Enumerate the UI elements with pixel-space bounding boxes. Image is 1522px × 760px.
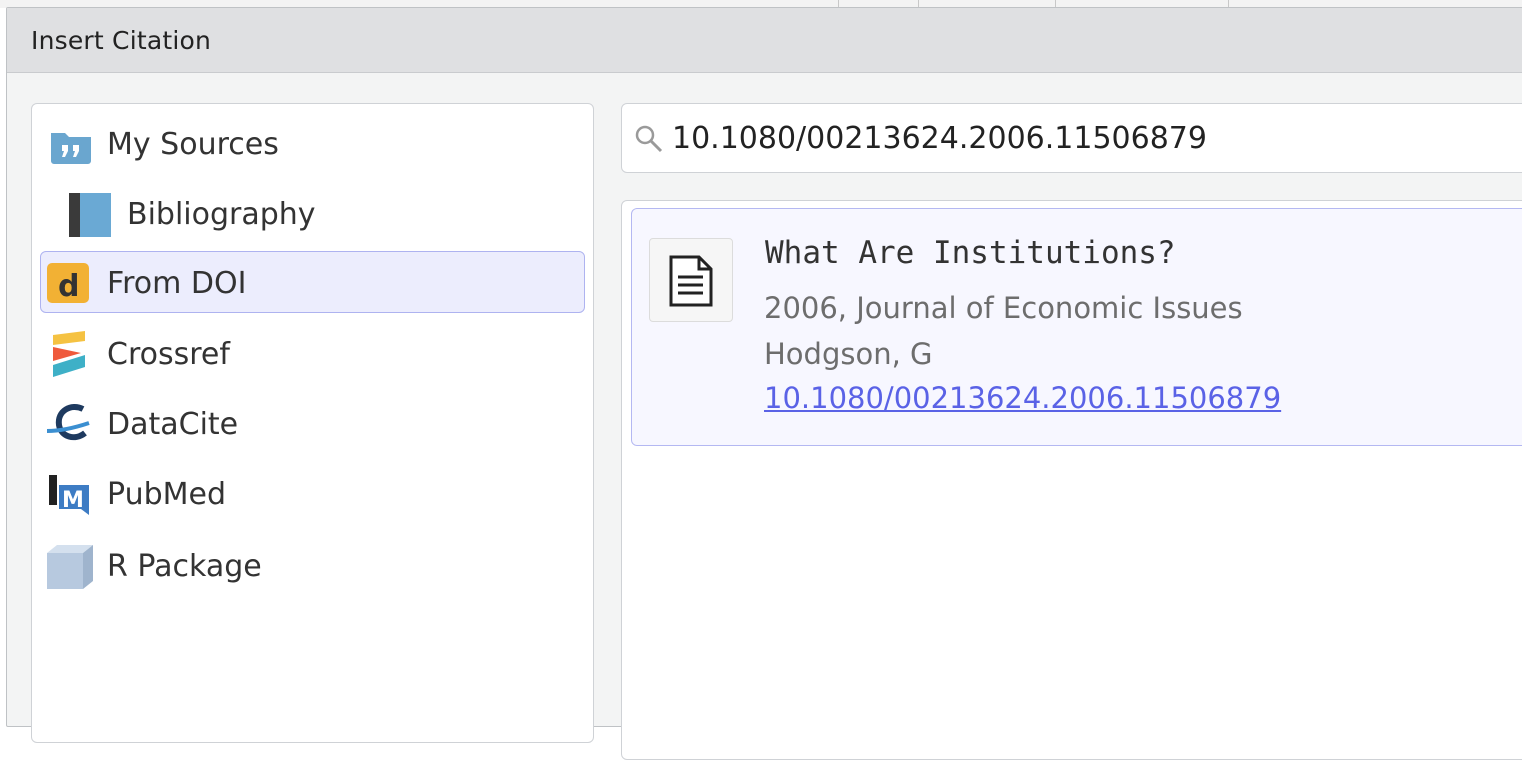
result-title: What Are Institutions? [765, 235, 1176, 271]
package-box-icon [45, 543, 93, 591]
crossref-icon [47, 331, 91, 379]
source-my-sources[interactable]: My Sources [40, 112, 585, 174]
source-label: R Package [107, 549, 262, 584]
source-label: Crossref [107, 337, 230, 372]
svg-text:M: M [62, 488, 84, 513]
result-meta: 2006, Journal of Economic Issues [764, 291, 1243, 325]
search-icon [634, 124, 664, 154]
citation-result-card[interactable]: What Are Institutions? 2006, Journal of … [631, 208, 1522, 446]
source-from-doi[interactable]: d From DOI [40, 251, 585, 313]
result-doi-link[interactable]: 10.1080/00213624.2006.11506879 [764, 381, 1281, 415]
svg-text:d: d [58, 269, 79, 303]
result-authors: Hodgson, G [764, 337, 933, 371]
source-crossref[interactable]: Crossref [40, 322, 585, 384]
source-pubmed[interactable]: M PubMed [40, 462, 585, 524]
source-datacite[interactable]: DataCite [40, 392, 585, 454]
doi-search-input[interactable] [672, 116, 1512, 160]
pubmed-icon: M [47, 471, 91, 519]
source-label: DataCite [107, 407, 239, 442]
source-label: My Sources [107, 127, 279, 162]
quote-folder-icon [49, 125, 93, 165]
source-label: Bibliography [127, 197, 316, 232]
source-label: From DOI [107, 266, 247, 301]
source-bibliography[interactable]: Bibliography [40, 182, 585, 244]
results-panel: What Are Institutions? 2006, Journal of … [621, 200, 1522, 760]
document-icon [649, 238, 733, 322]
source-r-package[interactable]: R Package [40, 534, 585, 596]
book-icon [69, 191, 113, 239]
datacite-icon [45, 401, 90, 449]
insert-citation-dialog: Insert Citation My Sources Bibliography [6, 7, 1522, 760]
dialog-title: Insert Citation [31, 26, 212, 55]
sources-panel: My Sources Bibliography d From DOI Cross… [31, 103, 594, 743]
source-label: PubMed [107, 477, 227, 512]
doi-icon: d [47, 263, 91, 304]
dialog-titlebar[interactable]: Insert Citation [7, 8, 1522, 73]
doi-search-box[interactable] [621, 103, 1522, 173]
